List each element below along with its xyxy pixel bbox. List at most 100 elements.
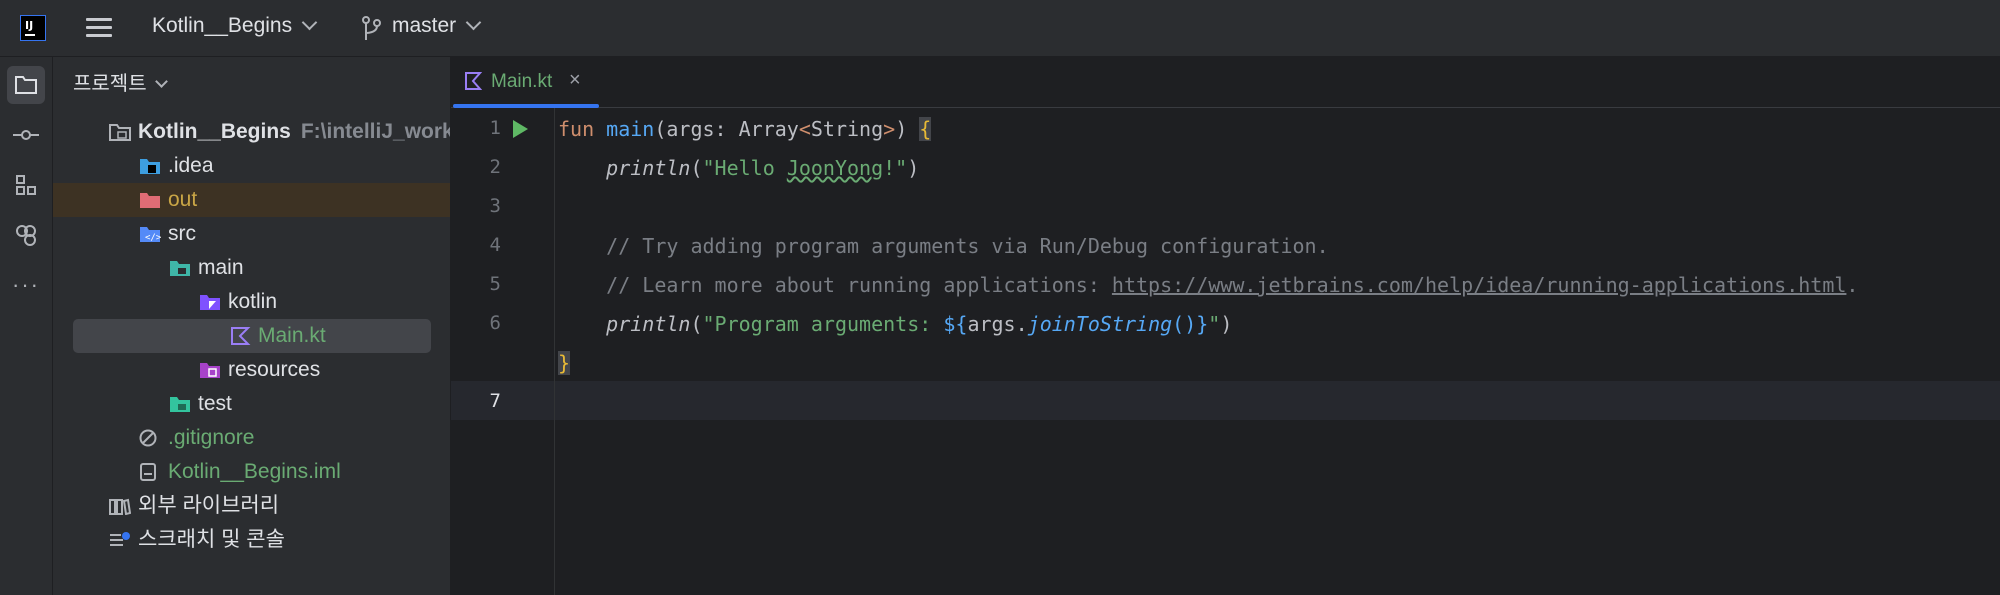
tree-item-gitignore[interactable]: .gitignore (53, 421, 450, 455)
tree-label: 외부 라이브러리 (138, 494, 280, 517)
tree-label: Kotlin__Begins (138, 120, 291, 143)
line-number: 2 (489, 156, 501, 178)
template-expression: } (1196, 312, 1209, 336)
string-literal: " (1208, 312, 1221, 336)
title-bar: IJ Kotlin__Begins master (0, 0, 2000, 57)
run-gutter-icon[interactable] (513, 120, 528, 138)
tree-label: src (168, 222, 196, 245)
line-number: 4 (489, 234, 501, 256)
panel-title: 프로젝트 (73, 73, 147, 95)
code-line-4[interactable]: // Try adding program arguments via Run/… (558, 234, 1329, 258)
project-selector[interactable]: Kotlin__Begins (152, 14, 318, 38)
project-panel: 프로젝트 Kotlin__Begins F:\intelliJ_work .ide… (53, 57, 451, 595)
project-folder-icon (109, 124, 131, 141)
branch-name: master (392, 14, 457, 37)
tree-item-resources[interactable]: resources (53, 353, 450, 387)
string-literal: !" (883, 156, 908, 180)
svg-text:</>: </> (145, 233, 161, 243)
commit-icon (13, 130, 39, 140)
tree-item-main[interactable]: main (53, 251, 450, 285)
comment: // Learn more about running applications… (606, 273, 1112, 297)
line-number: 5 (489, 273, 501, 295)
project-name: Kotlin__Begins (152, 14, 293, 37)
tree-label: out (168, 188, 198, 211)
code-text: > (883, 117, 896, 141)
tree-item-project-root[interactable]: Kotlin__Begins F:\intelliJ_work (53, 115, 450, 149)
resources-folder-icon (200, 363, 220, 378)
more-icon: ··· (12, 272, 40, 297)
code-line-7[interactable]: } (558, 351, 571, 375)
chevron-down-icon (301, 14, 318, 31)
tab-label: Main.kt (491, 71, 553, 92)
scratches-icon (110, 532, 130, 546)
more-tools-button[interactable]: ··· (7, 266, 45, 304)
line-number: 6 (489, 312, 501, 334)
tree-item-kotlin[interactable]: kotlin (53, 285, 450, 319)
folder-icon (15, 76, 37, 94)
tree-item-test[interactable]: test (53, 387, 450, 421)
tree-label: Main.kt (258, 324, 326, 347)
close-icon[interactable]: × (569, 69, 581, 92)
structure-icon (16, 175, 36, 195)
tree-label: main (198, 256, 244, 279)
excluded-folder-icon (140, 193, 160, 208)
code-line-1[interactable]: fun main(args: Array<String>) { (558, 117, 932, 141)
ignore-file-icon (139, 429, 157, 447)
line-number: 1 (489, 117, 501, 139)
main-menu-icon[interactable] (86, 18, 112, 38)
code-line-5[interactable]: // Learn more about running applications… (558, 273, 1858, 297)
tool-window-strip: ··· (0, 57, 53, 595)
string-literal: "Program arguments: (702, 312, 944, 336)
intellij-logo-icon[interactable]: IJ (20, 15, 46, 41)
commit-tool-button[interactable] (7, 116, 45, 154)
services-tool-button[interactable] (7, 216, 45, 254)
current-line-highlight (451, 381, 2000, 420)
tab-main-kt[interactable]: Main.kt × (451, 57, 599, 108)
editor-area: Main.kt × 1 2 3 4 5 6 7 fun main(args: A… (451, 57, 2000, 595)
structure-tool-button[interactable] (7, 166, 45, 204)
tree-label: test (198, 392, 232, 415)
function-call: joinToString (1027, 312, 1173, 336)
line-number: 7 (489, 390, 501, 412)
library-icon (109, 498, 131, 515)
line-number: 3 (489, 195, 501, 217)
code-text: ( (690, 312, 703, 336)
tree-item-main-kt[interactable]: Main.kt (53, 319, 450, 353)
template-expression: ${ (943, 312, 968, 336)
branch-selector[interactable]: master (392, 14, 482, 38)
module-file-icon (140, 463, 156, 481)
keyword: fun (558, 117, 595, 141)
tree-label: kotlin (228, 290, 278, 313)
function-name: main (606, 117, 655, 141)
tree-item-out[interactable]: out (53, 183, 450, 217)
tree-item-scratches[interactable]: 스크래치 및 콘솔 (53, 523, 450, 557)
chevron-down-icon (154, 75, 168, 88)
folder-icon (140, 159, 160, 174)
tree-label: .idea (168, 154, 214, 177)
code-text: (args: Array (654, 117, 799, 141)
docs-link[interactable]: https://www.jetbrains.com/help/idea/runn… (1112, 273, 1847, 297)
code-text: ( (690, 156, 703, 180)
comment: . (1846, 273, 1859, 297)
comment: // Try adding program arguments via Run/… (606, 234, 1329, 258)
code-text: ) (1220, 312, 1233, 336)
tree-item-idea[interactable]: .idea (53, 149, 450, 183)
code-line-6[interactable]: println("Program arguments: ${args.joinT… (558, 312, 1232, 336)
string-literal: "Hello (702, 156, 787, 180)
test-folder-icon (170, 397, 190, 412)
code-text: String (810, 117, 884, 141)
chevron-down-icon (465, 14, 482, 31)
tree-label: 스크래치 및 콘솔 (138, 528, 285, 551)
tree-item-src[interactable]: </> src (53, 217, 450, 251)
tree-label: resources (228, 358, 321, 381)
tree-item-iml[interactable]: Kotlin__Begins.iml (53, 455, 450, 489)
code-text: () (1172, 312, 1197, 336)
matched-brace: { (919, 117, 932, 141)
code-line-2[interactable]: println("Hello JoonYong!") (558, 156, 919, 180)
module-folder-icon (170, 261, 190, 276)
git-branch-icon (362, 16, 381, 40)
tree-item-external-libraries[interactable]: 외부 라이브러리 (53, 489, 450, 523)
project-panel-header[interactable]: 프로젝트 (73, 67, 168, 96)
project-path-hint: F:\intelliJ_work (300, 120, 451, 143)
project-tool-button[interactable] (7, 66, 45, 104)
